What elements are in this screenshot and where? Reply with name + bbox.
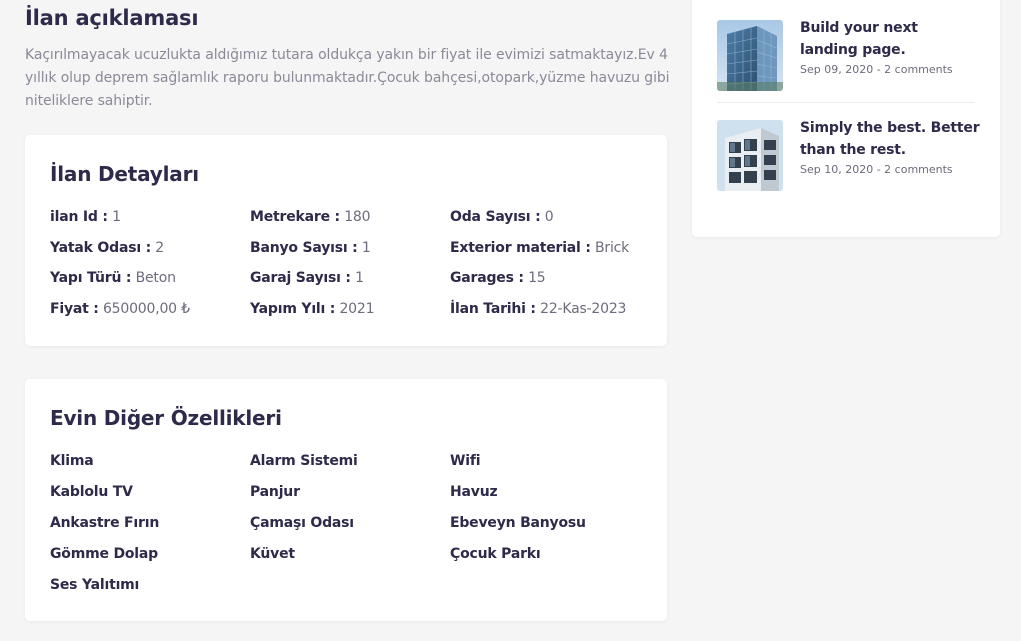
feature-item: Panjur: [250, 484, 300, 500]
feature-item: Ebeveyn Banyosu: [450, 515, 586, 531]
detail-label: Banyo Sayısı :: [250, 239, 358, 256]
detail-value: 1: [355, 270, 364, 287]
detail-label: Metrekare :: [250, 209, 340, 225]
modern-building-illustration: [717, 120, 783, 191]
recent-post[interactable]: Simply the best. Better than the rest. S…: [717, 112, 980, 194]
feature-item: Wifi: [450, 453, 481, 469]
description-title: İlan açıklaması: [25, 6, 199, 30]
other-features-card: Evin Diğer Özellikleri Klima Alarm Siste…: [25, 379, 667, 621]
post-title-link[interactable]: Build your next landing page.: [800, 17, 980, 61]
detail-item: Garages : 15: [450, 268, 650, 299]
feature-item: Çocuk Parkı: [450, 546, 541, 562]
detail-value: 22-Kas-2023: [540, 301, 627, 318]
detail-value: 1: [112, 209, 121, 225]
detail-label: Oda Sayısı :: [450, 209, 541, 225]
detail-label: Garaj Sayısı :: [250, 270, 351, 287]
detail-item: İlan Tarihi : 22-Kas-2023: [450, 299, 650, 330]
detail-value: 1: [361, 239, 371, 256]
page: İlan açıklaması Kaçırılmayacak ucuzlukta…: [0, 0, 1021, 641]
feature-item: Havuz: [450, 484, 498, 500]
detail-item: Fiyat : 650000,00 ₺: [50, 299, 250, 330]
detail-label: Yatak Odası :: [50, 239, 151, 256]
detail-label: İlan Tarihi :: [450, 301, 536, 318]
detail-item: Metrekare : 180: [250, 207, 450, 238]
detail-value: 15: [528, 270, 546, 287]
feature-item: Ses Yalıtımı: [50, 577, 140, 593]
modern-building-image[interactable]: [717, 120, 783, 191]
details-title: İlan Detayları: [50, 162, 199, 186]
detail-label: Yapım Yılı :: [250, 301, 336, 318]
detail-item: Banyo Sayısı : 1: [250, 238, 450, 269]
detail-item: ilan Id : 1: [50, 207, 250, 238]
detail-value: 2: [155, 239, 164, 256]
details-grid: ilan Id : 1 Metrekare : 180 Oda Sayısı :…: [50, 207, 650, 330]
detail-label: Yapı Türü :: [50, 270, 132, 287]
glass-building-image[interactable]: [717, 20, 783, 91]
feature-item: Ankastre Fırın: [50, 515, 160, 531]
detail-value: 0: [544, 209, 554, 225]
feature-item: Klima: [50, 453, 94, 469]
features-grid: Klima Alarm Sistemi Wifi Kablolu TV Panj…: [50, 451, 650, 606]
listing-details-card: İlan Detayları ilan Id : 1 Metrekare : 1…: [25, 135, 667, 346]
detail-item: Exterior material : Brick: [450, 238, 650, 269]
detail-item: Oda Sayısı : 0: [450, 207, 650, 238]
recent-post[interactable]: Build your next landing page. Sep 09, 20…: [717, 12, 975, 103]
detail-value: Brick: [595, 239, 630, 256]
detail-item: Garaj Sayısı : 1: [250, 268, 450, 299]
post-meta: Sep 10, 2020 - 2 comments: [800, 163, 953, 176]
detail-value: 180: [344, 209, 371, 225]
glass-building-illustration: [717, 20, 783, 91]
detail-value: 2021: [339, 301, 375, 318]
detail-value: 650000,00 ₺: [102, 301, 190, 318]
detail-label: Fiyat :: [50, 301, 99, 318]
post-title-link[interactable]: Simply the best. Better than the rest.: [800, 117, 980, 161]
detail-item: Yapım Yılı : 2021: [250, 299, 450, 330]
recent-posts-card: Build your next landing page. Sep 09, 20…: [692, 0, 1000, 237]
feature-item: Gömme Dolap: [50, 546, 158, 562]
detail-label: Garages :: [450, 270, 524, 287]
feature-item: Kablolu TV: [50, 484, 133, 500]
post-meta: Sep 09, 2020 - 2 comments: [800, 63, 953, 76]
feature-item: Alarm Sistemi: [250, 453, 358, 469]
detail-item: Yapı Türü : Beton: [50, 268, 250, 299]
detail-label: ilan Id :: [50, 209, 108, 225]
detail-value: Beton: [135, 270, 176, 287]
detail-label: Exterior material :: [450, 239, 591, 256]
description-text: Kaçırılmayacak ucuzlukta aldığımız tutar…: [25, 47, 670, 109]
feature-item: Küvet: [250, 546, 295, 562]
feature-item: Çamaşı Odası: [250, 515, 354, 531]
features-title: Evin Diğer Özellikleri: [50, 406, 282, 430]
detail-item: Yatak Odası : 2: [50, 238, 250, 269]
